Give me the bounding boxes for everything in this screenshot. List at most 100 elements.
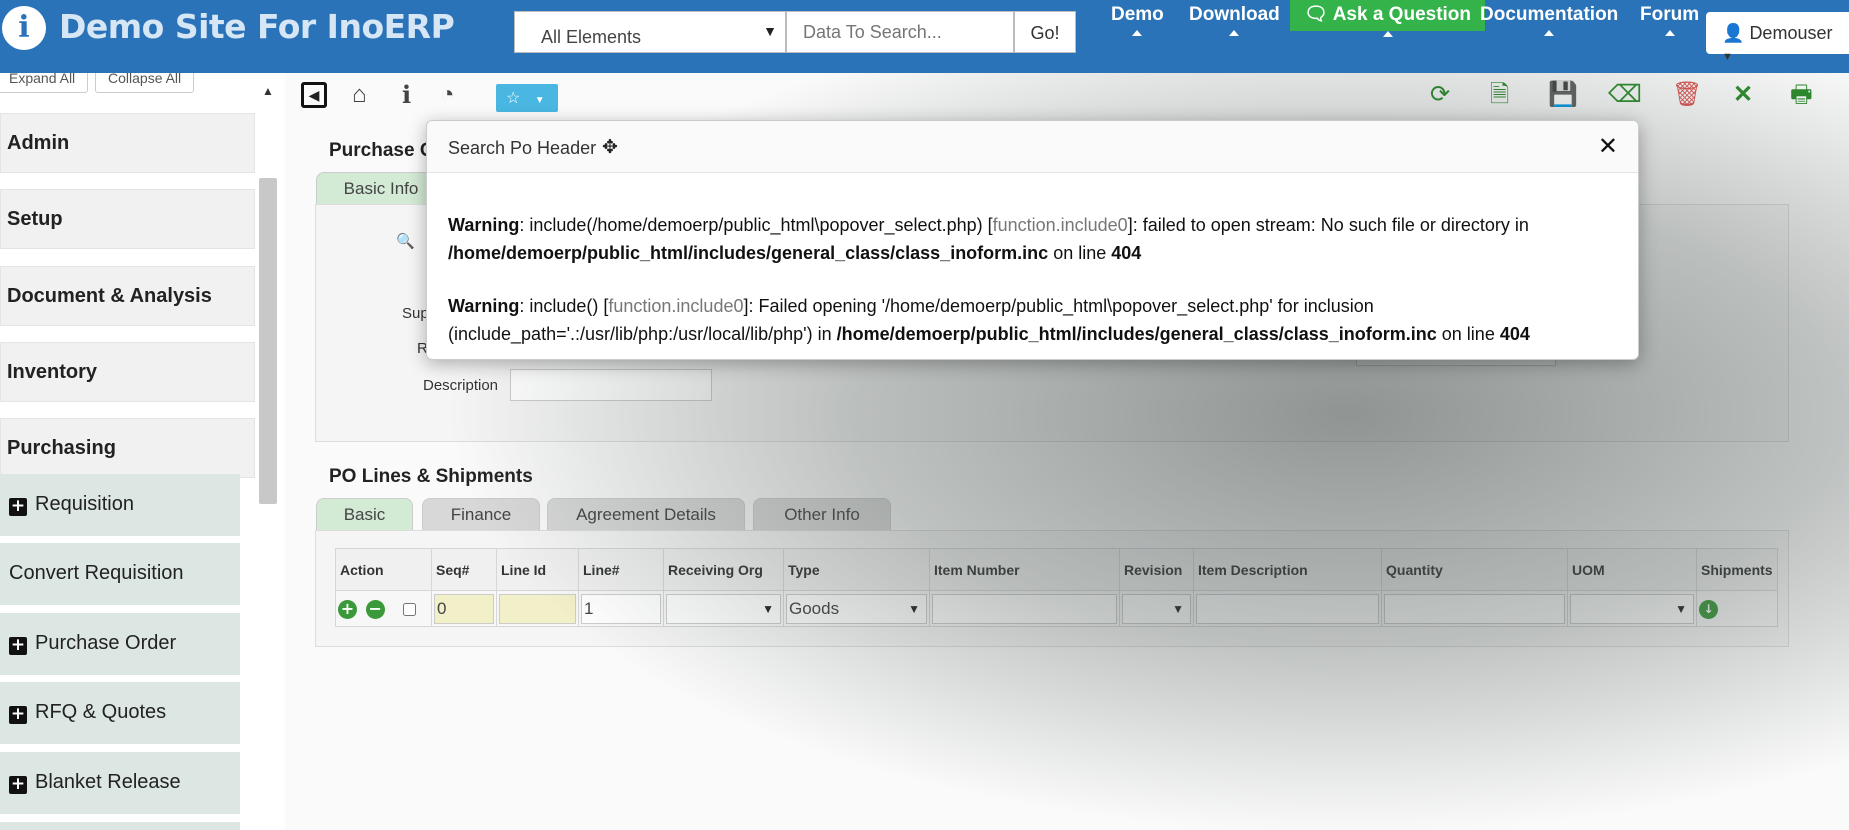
plus-square-icon: + <box>9 774 27 794</box>
col-line-num: Line# <box>578 548 664 591</box>
home-icon[interactable]: ⌂ <box>352 82 367 108</box>
line-num-input[interactable]: 1 <box>581 593 661 624</box>
user-icon: 👤 <box>1722 23 1745 43</box>
table-row: + − 0 1 ▼ Goods ▼ ▼ ▼ ↓ <box>335 590 1778 627</box>
line-number: 404 <box>1499 324 1530 344</box>
uom-select[interactable]: ▼ <box>1570 593 1694 624</box>
sidebar-sub-rfq-quotes[interactable]: + RFQ & Quotes <box>0 682 240 744</box>
sidebar-sub-convert-requisition[interactable]: Convert Requisition <box>0 543 240 605</box>
on-line-text: on line <box>1436 324 1500 344</box>
sub-item-label: Purchase Order <box>35 632 177 654</box>
expand-all-button[interactable]: Expand All <box>0 73 89 93</box>
new-document-icon[interactable]: 🗎 <box>1490 82 1509 108</box>
move-icon[interactable]: ✥ <box>602 136 618 159</box>
close-icon[interactable]: ✕ <box>1598 133 1618 159</box>
revision-cell: ▼ <box>1119 590 1194 627</box>
seq-cell: 0 <box>431 590 497 627</box>
sidebar-toggle-icon[interactable]: ◀ <box>301 82 327 108</box>
sidebar-sub-blanket-release[interactable]: + Blanket Release <box>0 752 240 814</box>
line-id-cell <box>496 590 579 627</box>
print-icon[interactable]: 🖶 <box>1790 82 1813 108</box>
add-row-icon[interactable]: + <box>338 599 357 619</box>
top-navbar: i Demo Site For InoERP All Elements ▼ Go… <box>0 0 1849 73</box>
remove-row-icon[interactable]: − <box>365 599 385 619</box>
star-icon: ☆ <box>506 90 521 107</box>
modal-title: Search Po Header <box>448 138 597 158</box>
refresh-icon[interactable]: ⟳ <box>1430 82 1450 108</box>
function-link[interactable]: function.include0 <box>993 215 1128 235</box>
sidebar-item-document-analysis[interactable]: Document & Analysis <box>0 266 255 326</box>
function-link[interactable]: function.include0 <box>608 296 743 316</box>
plus-square-icon: + <box>9 635 27 655</box>
delete-icon[interactable]: 🗑 <box>1672 82 1702 108</box>
revision-select[interactable]: ▼ <box>1122 593 1191 624</box>
receiving-org-select[interactable]: ▼ <box>666 593 781 624</box>
user-name: Demouser <box>1749 23 1833 43</box>
nav-documentation[interactable]: Documentation <box>1480 0 1619 36</box>
warning-text: ]: failed to open stream: No such file o… <box>1127 215 1529 235</box>
eraser-icon[interactable]: ⌫ <box>1608 82 1642 108</box>
favorite-button[interactable]: ☆ ▼ <box>496 84 558 112</box>
file-path: /home/demoerp/public_html/includes/gener… <box>448 243 1049 263</box>
col-item-number: Item Number <box>929 548 1120 591</box>
search-category-value: All Elements <box>541 27 642 47</box>
nav-documentation-label: Documentation <box>1480 4 1619 25</box>
sub-item-label: Requisition <box>35 493 134 515</box>
nav-download[interactable]: Download <box>1189 0 1280 36</box>
tab-basic[interactable]: Basic <box>316 498 413 530</box>
type-value: Goods <box>789 598 840 618</box>
sidebar-item-setup[interactable]: Setup <box>0 189 255 249</box>
scroll-up-arrow-icon[interactable]: ▲ <box>262 84 274 98</box>
nav-forum[interactable]: Forum <box>1640 0 1700 36</box>
site-title[interactable]: Demo Site For InoERP <box>59 7 455 46</box>
col-line-id: Line Id <box>496 548 579 591</box>
sidebar-sub-purchase-order[interactable]: + Purchase Order <box>0 613 240 675</box>
sidebar-scrollbar[interactable] <box>259 178 277 504</box>
col-type: Type <box>783 548 930 591</box>
sidebar-sub-more[interactable] <box>0 822 240 830</box>
quantity-input[interactable] <box>1384 593 1565 624</box>
user-menu-button[interactable]: 👤 Demouser ▼ <box>1706 12 1849 63</box>
caret-up-icon <box>1229 30 1240 36</box>
table-header-row: Action Seq# Line Id Line# Receiving Org … <box>335 548 1778 591</box>
sidebar-sub-requisition[interactable]: + Requisition <box>0 474 240 536</box>
cancel-icon[interactable]: ✕ <box>1733 82 1753 108</box>
warning-text: ]: Failed opening '/home/demoerp/public_… <box>743 296 1374 316</box>
go-button[interactable]: Go! <box>1014 11 1076 53</box>
nav-forum-label: Forum <box>1640 4 1700 25</box>
sidebar-item-inventory[interactable]: Inventory <box>0 342 255 402</box>
sidebar-item-purchasing[interactable]: Purchasing <box>0 418 255 478</box>
description-field[interactable] <box>510 369 712 401</box>
sidebar-item-admin[interactable]: Admin <box>0 113 255 173</box>
item-description-input[interactable] <box>1196 593 1379 624</box>
col-action: Action <box>335 548 432 591</box>
col-seq: Seq# <box>431 548 497 591</box>
sub-item-label: Blanket Release <box>35 771 181 793</box>
item-number-input[interactable] <box>932 593 1117 624</box>
tree-controls: Expand All Collapse All <box>0 73 220 95</box>
type-cell: Goods ▼ <box>783 590 930 627</box>
row-checkbox[interactable] <box>403 602 417 616</box>
search-category-select[interactable]: All Elements ▼ <box>514 11 786 53</box>
tab-finance[interactable]: Finance <box>422 498 540 530</box>
tab-agreement-details[interactable]: Agreement Details <box>547 498 745 530</box>
chevron-down-icon: ▼ <box>762 601 774 616</box>
seq-input[interactable]: 0 <box>434 593 494 624</box>
save-icon[interactable]: 💾 <box>1548 82 1578 108</box>
nav-demo[interactable]: Demo <box>1111 0 1164 36</box>
chevron-down-icon: ▼ <box>908 601 920 616</box>
arrow-down-circle-icon[interactable]: ↓ <box>1699 599 1718 619</box>
col-uom: UOM <box>1567 548 1697 591</box>
dashboard-icon[interactable]: ◔ <box>440 82 455 108</box>
ask-question-label: Ask a Question <box>1332 4 1472 25</box>
search-input[interactable] <box>786 11 1014 53</box>
inoerp-logo-icon[interactable]: i <box>2 6 46 50</box>
tab-other-info[interactable]: Other Info <box>753 498 891 530</box>
plus-square-icon: + <box>9 704 27 724</box>
search-icon[interactable]: 🔍 <box>396 232 415 250</box>
info-icon[interactable]: i <box>402 82 411 108</box>
type-select[interactable]: Goods ▼ <box>786 593 927 624</box>
line-id-input[interactable] <box>499 593 576 624</box>
ask-question-button[interactable]: 🗨 Ask a Question <box>1290 0 1486 37</box>
collapse-all-button[interactable]: Collapse All <box>95 73 195 93</box>
